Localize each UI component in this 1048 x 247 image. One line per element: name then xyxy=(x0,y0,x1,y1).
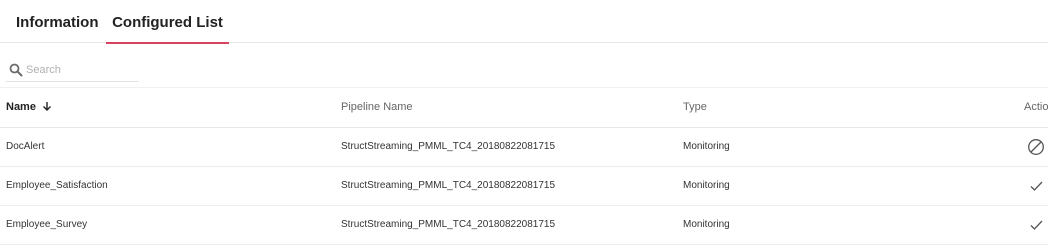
disabled-icon xyxy=(1028,139,1044,155)
table-row[interactable]: Employee_Survey StructStreaming_PMML_TC4… xyxy=(0,206,1048,245)
search-input[interactable] xyxy=(26,61,138,79)
row-name: Employee_Survey xyxy=(6,219,88,230)
table-row[interactable]: Employee_Satisfaction StructStreaming_PM… xyxy=(0,167,1048,206)
column-header-type: Type xyxy=(683,101,707,113)
row-type: Monitoring xyxy=(683,219,730,230)
row-action-button[interactable] xyxy=(1027,206,1047,244)
search-icon xyxy=(9,63,23,77)
table-row[interactable]: DocAlert StructStreaming_PMML_TC4_201808… xyxy=(0,128,1048,167)
row-action-button[interactable] xyxy=(1027,128,1047,166)
table-header: Name Pipeline Name Type Actio xyxy=(0,88,1048,128)
row-pipeline-name: StructStreaming_PMML_TC4_20180822081715 xyxy=(341,219,556,230)
row-pipeline-name: StructStreaming_PMML_TC4_20180822081715 xyxy=(341,180,556,191)
row-pipeline-name: StructStreaming_PMML_TC4_20180822081715 xyxy=(341,141,556,152)
column-header-action: Actio xyxy=(1024,101,1048,113)
search-box xyxy=(6,60,139,82)
column-header-name-label: Name xyxy=(6,101,36,113)
configured-list-page: Information Configured List Name Pipelin… xyxy=(0,0,1048,247)
row-name: Employee_Satisfaction xyxy=(6,180,108,191)
column-header-pipeline-name: Pipeline Name xyxy=(341,101,413,113)
row-type: Monitoring xyxy=(683,141,730,152)
row-type: Monitoring xyxy=(683,180,730,191)
tab-configured-list[interactable]: Configured List xyxy=(106,0,229,44)
row-action-button[interactable] xyxy=(1027,167,1047,205)
check-icon xyxy=(1030,181,1043,191)
row-name: DocAlert xyxy=(6,141,45,152)
arrow-down-icon xyxy=(43,102,52,111)
column-header-name[interactable]: Name xyxy=(6,88,52,127)
check-icon xyxy=(1030,220,1043,230)
configured-list-table: Name Pipeline Name Type Actio DocAlert S… xyxy=(0,88,1048,245)
tab-information[interactable]: Information xyxy=(16,0,99,43)
tab-bar: Information Configured List xyxy=(0,0,1048,44)
